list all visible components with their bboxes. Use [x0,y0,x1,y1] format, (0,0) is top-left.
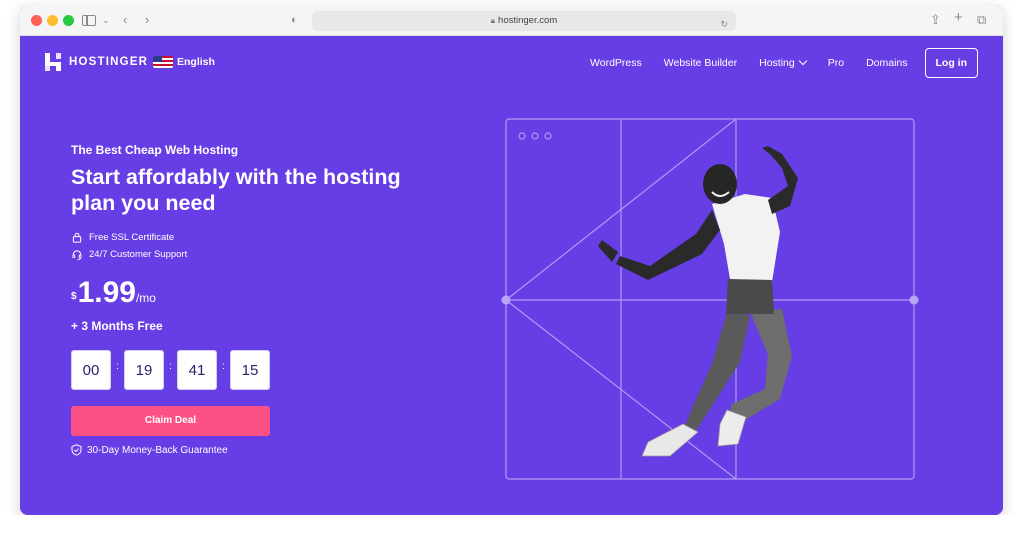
hostinger-page: HOSTINGER English WordPress Website Buil… [20,36,1003,515]
timer-separator: : [169,360,172,372]
browser-window: ⌄ ‹ › ◐ 🔒︎ hostinger.com ↻ ⇪ + ⧉ HOSTINGE… [20,5,1003,515]
price-amount: 1.99 [77,276,136,309]
feature-ssl: Free SSL Certificate [71,232,174,243]
lock-icon: 🔒︎ [490,16,496,25]
timer-days: 00 [71,350,111,390]
page-background [0,515,1024,542]
timer-minutes: 41 [177,350,217,390]
chevron-down-icon[interactable]: ⌄ [102,12,110,28]
language-label: English [177,56,215,68]
bonus-text: + 3 Months Free [71,319,163,333]
minimize-window-button[interactable] [47,15,58,26]
nav-pro[interactable]: Pro [828,57,844,69]
close-window-button[interactable] [31,15,42,26]
jumping-man-photo [598,146,798,457]
nav-domains[interactable]: Domains [866,57,907,69]
timer-separator: : [222,360,225,372]
forward-arrow-icon[interactable]: › [145,12,149,28]
slider-handle-left [501,295,511,305]
shield-check-icon [71,444,82,456]
nav-wordpress[interactable]: WordPress [590,57,642,69]
address-bar[interactable]: 🔒︎ hostinger.com ↻ [312,11,736,31]
money-back-guarantee: 30-Day Money-Back Guarantee [71,444,228,456]
privacy-shield-icon[interactable]: ◐ [291,12,298,28]
new-tab-icon[interactable]: + [954,10,963,26]
hero-headline: Start affordably with the hosting plan y… [71,165,401,215]
us-flag-icon [153,56,173,68]
hero-illustration [501,118,919,480]
tab-overview-icon[interactable]: ⧉ [977,12,986,28]
timer-hours: 19 [124,350,164,390]
back-arrow-icon[interactable]: ‹ [123,12,127,28]
timer-separator: : [116,360,119,372]
logo-text: HOSTINGER [69,56,149,68]
nav-hosting-label: Hosting [759,57,795,69]
login-button[interactable]: Log in [924,48,978,78]
sidebar-toggle-icon[interactable] [82,15,96,26]
guarantee-label: 30-Day Money-Back Guarantee [87,444,228,456]
reload-icon[interactable]: ↻ [720,14,728,34]
feature-support: 24/7 Customer Support [71,249,187,260]
headset-icon [72,250,82,260]
feature-support-label: 24/7 Customer Support [89,249,188,260]
timer-seconds: 15 [230,350,270,390]
url-text: hostinger.com [498,15,558,26]
claim-deal-button[interactable]: Claim Deal [71,406,270,436]
nav-hosting[interactable]: Hosting [759,56,807,69]
hostinger-logo[interactable]: HOSTINGER [45,53,148,71]
language-selector[interactable]: English [153,56,215,68]
price-period: /mo [135,291,156,305]
nav-website-builder[interactable]: Website Builder [664,57,737,69]
maximize-window-button[interactable] [63,15,74,26]
feature-ssl-label: Free SSL Certificate [89,232,175,243]
hostinger-logo-icon [45,53,61,71]
lock-icon [72,232,82,243]
hero-eyebrow: The Best Cheap Web Hosting [71,143,239,157]
slider-handle-right [909,295,919,305]
browser-toolbar: ⌄ ‹ › ◐ 🔒︎ hostinger.com ↻ ⇪ + ⧉ [20,5,1003,36]
price-currency: $ [71,291,77,302]
price: $ 1.99 /mo [71,276,156,310]
countdown-timer: 00 : 19 : 41 : 15 [71,350,270,390]
chevron-down-icon [798,56,807,66]
main-nav: WordPress Website Builder Hosting Pro Do… [568,48,978,78]
share-icon[interactable]: ⇪ [930,12,941,28]
